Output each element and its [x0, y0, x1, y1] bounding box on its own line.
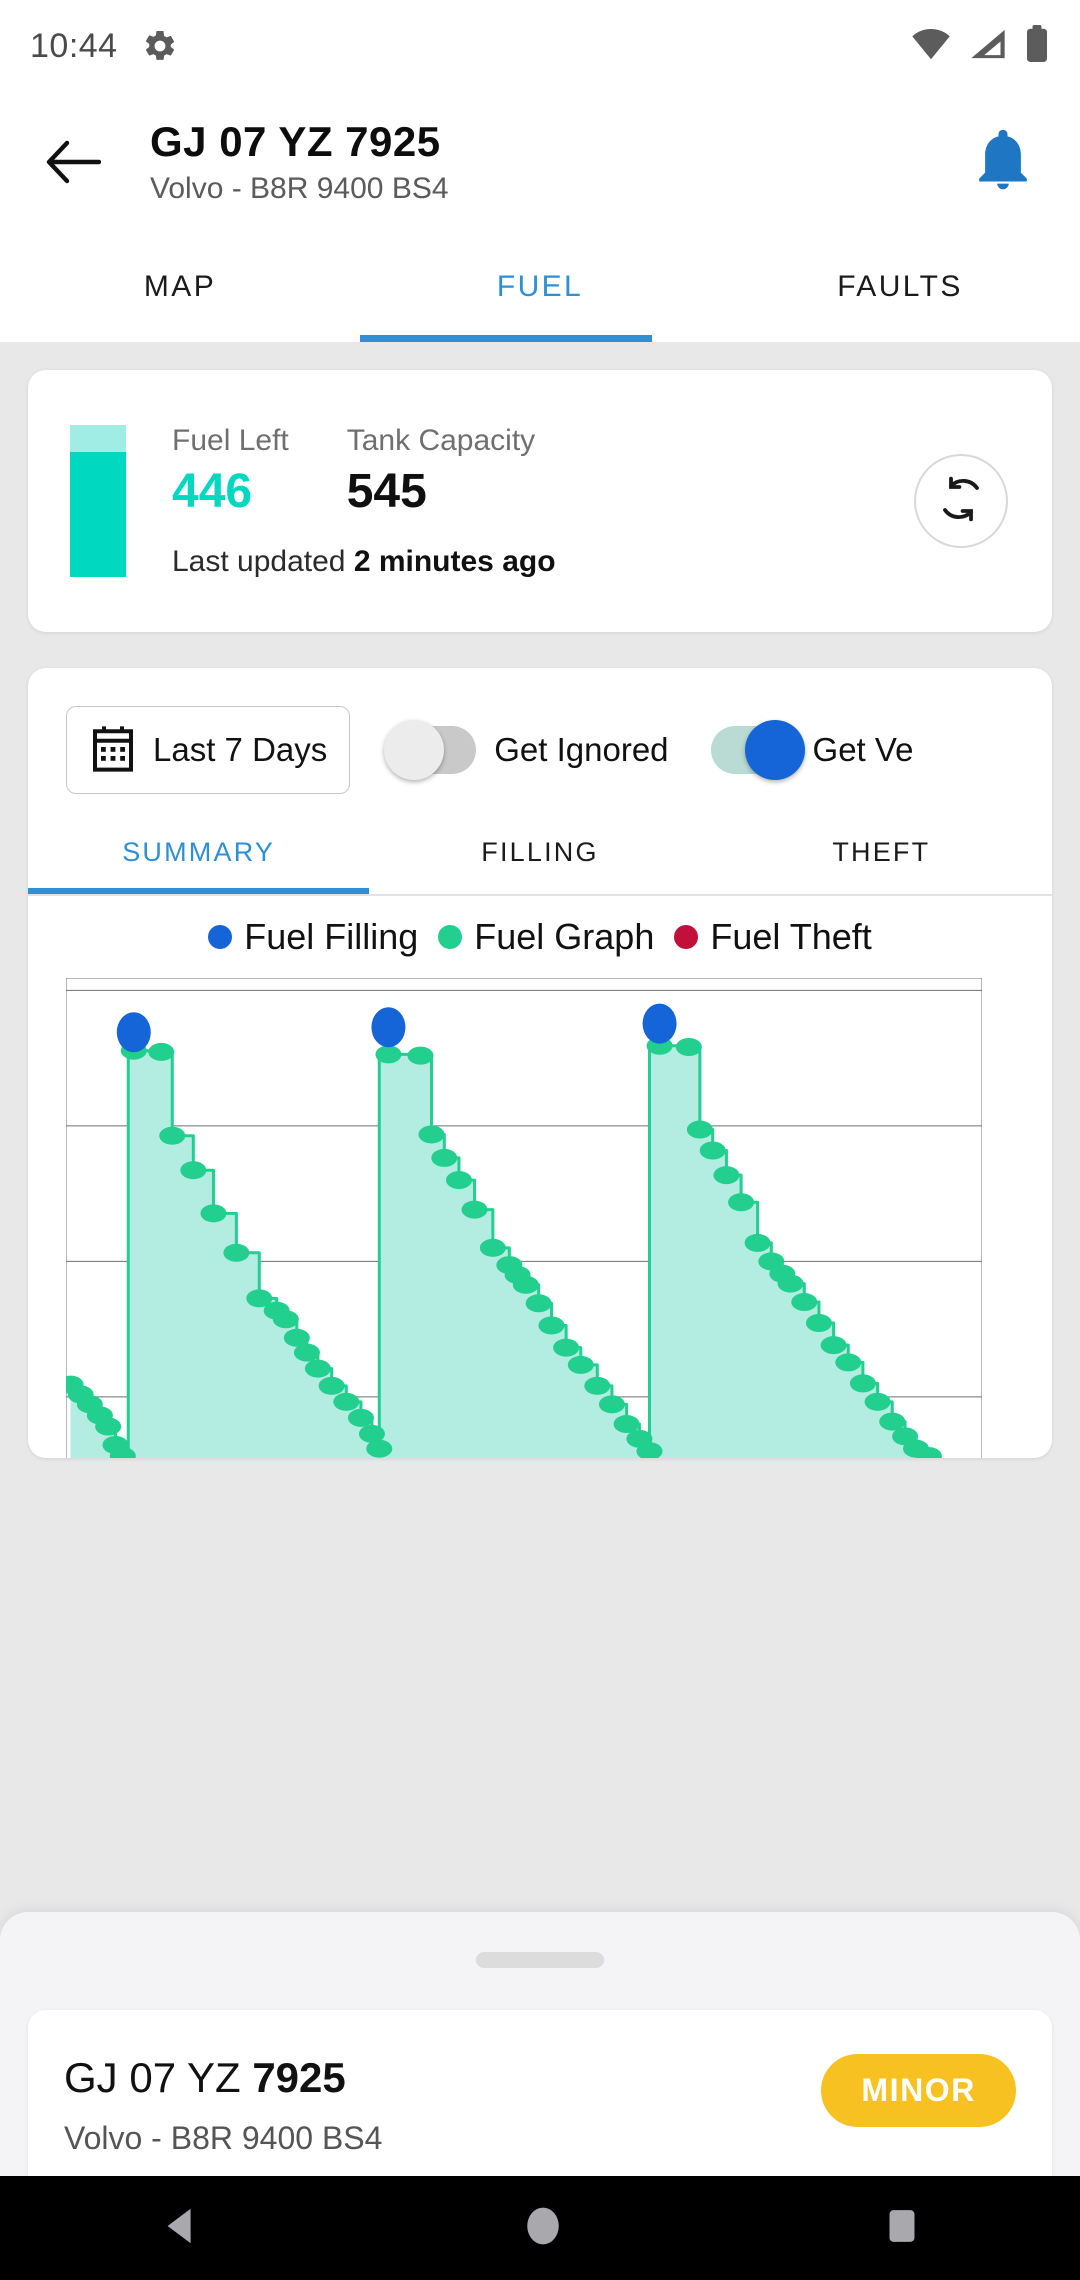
refresh-icon: [937, 475, 985, 528]
status-bar: 10:44: [0, 0, 1080, 92]
legend-dot-fuel-graph: [438, 925, 463, 949]
subtab-active-indicator: [28, 888, 370, 894]
get-verified-label: Get Ve: [812, 731, 914, 768]
vehicle-alert-model: Volvo - B8R 9400 BS4: [64, 2120, 383, 2156]
subtab-filling[interactable]: FILLING: [369, 810, 710, 894]
get-ignored-label: Get Ignored: [494, 731, 669, 768]
chart-legend: Fuel Filling Fuel Graph Fuel Theft: [28, 896, 1052, 978]
android-nav-bar: [0, 2176, 1080, 2280]
legend-dot-fuel-theft: [674, 925, 699, 949]
gear-icon: [142, 28, 178, 64]
back-arrow-icon[interactable]: [38, 139, 108, 185]
last-updated-label: Last updated: [172, 544, 346, 578]
subtab-summary[interactable]: SUMMARY: [28, 810, 369, 894]
get-verified-toggle-group: Get Ve: [710, 720, 914, 780]
last-updated: Last updated 2 minutes ago: [172, 545, 556, 579]
last-updated-value: 2 minutes ago: [353, 544, 556, 578]
status-badge: MINOR: [821, 2054, 1016, 2127]
vehicle-plate: GJ 07 YZ 7925: [64, 2054, 382, 2102]
vehicle-alert-text: GJ 07 YZ 7925 Volvo - B8R 9400 BS4: [64, 2054, 382, 2157]
legend-item-fuel-theft: Fuel Theft: [674, 916, 872, 958]
get-ignored-toggle-group: Get Ignored: [384, 720, 669, 780]
graph-sub-tabs: SUMMARY FILLING THEFT: [28, 810, 1052, 896]
nav-back-icon[interactable]: [158, 2203, 204, 2254]
tank-capacity-block: Tank Capacity 545: [347, 424, 535, 519]
status-icons: [910, 24, 1050, 68]
fuel-summary-card: Fuel Left 446 Tank Capacity 545 Last upd…: [28, 370, 1052, 632]
get-ignored-toggle[interactable]: [384, 720, 477, 780]
fuel-tab-content: Fuel Left 446 Tank Capacity 545 Last upd…: [0, 370, 1080, 1458]
legend-item-fuel-graph: Fuel Graph: [438, 916, 654, 958]
get-verified-toggle[interactable]: [710, 720, 805, 780]
tank-capacity-value: 545: [346, 464, 427, 518]
main-tabs: MAP FUEL FAULTS: [0, 232, 1080, 342]
date-range-label: Last 7 Days: [153, 731, 328, 768]
fuel-gauge-icon: [70, 425, 126, 577]
nav-recents-icon[interactable]: [882, 2206, 922, 2251]
app-bar: GJ 07 YZ 7925 Volvo - B8R 9400 BS4: [0, 92, 1080, 232]
tab-faults[interactable]: FAULTS: [720, 232, 1080, 342]
refresh-button[interactable]: [914, 454, 1008, 548]
legend-label-fuel-graph: Fuel Graph: [474, 916, 655, 957]
vehicle-plate-number: 7925: [252, 2054, 346, 2101]
fuel-readouts: Fuel Left 446 Tank Capacity 545 Last upd…: [172, 424, 556, 579]
cellular-signal-icon: [968, 27, 1008, 66]
date-range-button[interactable]: Last 7 Days: [66, 706, 351, 794]
wifi-icon: [910, 27, 952, 66]
subtab-theft[interactable]: THEFT: [711, 810, 1052, 894]
bell-icon[interactable]: [974, 129, 1032, 196]
fuel-graph-card: Last 7 Days Get Ignored Get Ve SUMMARY F…: [28, 668, 1052, 1458]
status-time: 10:44: [30, 26, 118, 65]
fuel-chart-svg: [57, 977, 983, 1458]
fuel-chart[interactable]: [28, 977, 1052, 1458]
fuel-left-block: Fuel Left 446: [172, 424, 289, 519]
graph-filters: Last 7 Days Get Ignored Get Ve: [28, 690, 1052, 810]
bottom-sheet[interactable]: GJ 07 YZ 7925 Volvo - B8R 9400 BS4 MINOR: [0, 1912, 1080, 2230]
tab-active-indicator: [359, 335, 652, 342]
app-bar-titles: GJ 07 YZ 7925 Volvo - B8R 9400 BS4: [150, 118, 449, 205]
legend-dot-fuel-filling: [208, 925, 233, 949]
fuel-left-value: 446: [172, 464, 253, 518]
legend-label-fuel-filling: Fuel Filling: [244, 916, 419, 957]
vehicle-model-subtitle: Volvo - B8R 9400 BS4: [150, 171, 449, 205]
fuel-left-label: Fuel Left: [172, 423, 289, 457]
calendar-icon: [89, 724, 137, 777]
tab-map[interactable]: MAP: [0, 232, 360, 342]
tank-capacity-label: Tank Capacity: [346, 423, 536, 457]
legend-label-fuel-theft: Fuel Theft: [710, 916, 872, 957]
vehicle-plate-prefix: GJ 07 YZ: [64, 2054, 253, 2101]
battery-icon: [1024, 24, 1050, 68]
tab-fuel[interactable]: FUEL: [360, 232, 720, 342]
drag-handle[interactable]: [476, 1952, 604, 1968]
nav-home-icon[interactable]: [521, 2204, 565, 2253]
legend-item-fuel-filling: Fuel Filling: [208, 916, 418, 958]
page-title: GJ 07 YZ 7925: [150, 118, 441, 166]
